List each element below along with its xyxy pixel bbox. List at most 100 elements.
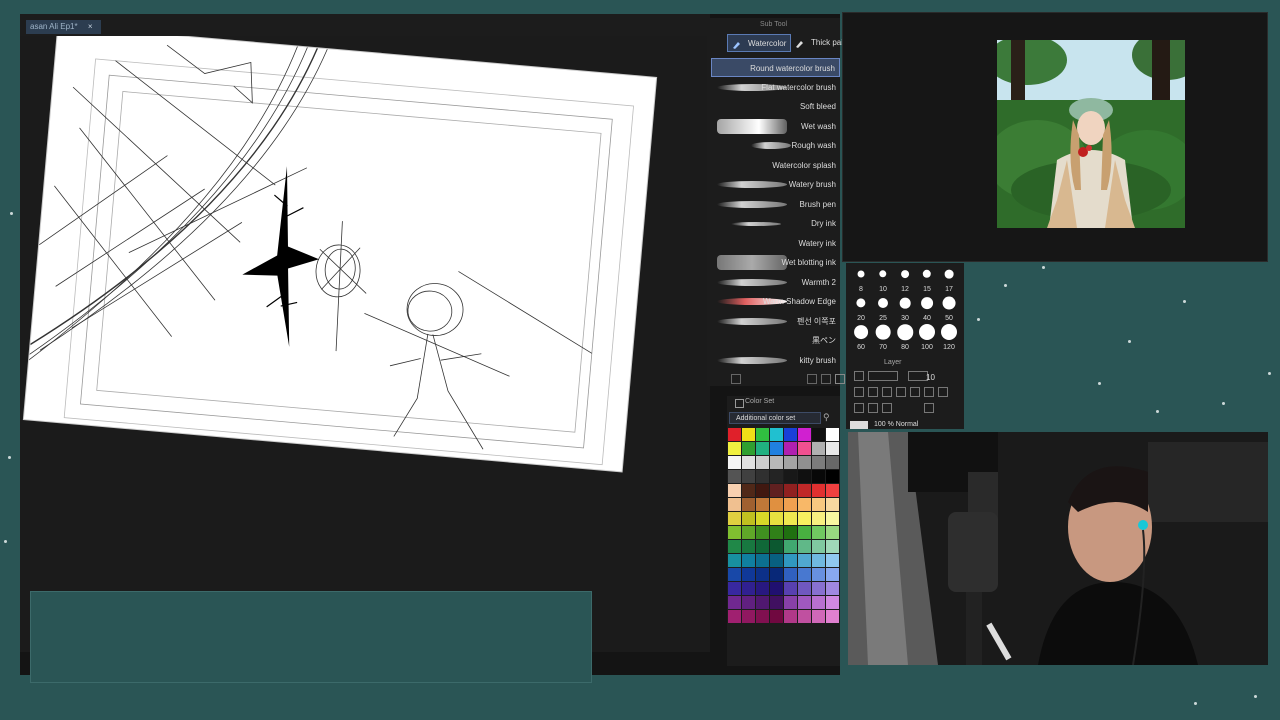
color-swatch[interactable] xyxy=(784,526,797,539)
color-swatch[interactable] xyxy=(728,610,741,623)
color-swatch[interactable] xyxy=(784,554,797,567)
color-swatch[interactable] xyxy=(826,512,839,525)
new-layer-icon[interactable] xyxy=(854,387,864,397)
brush-size-option[interactable]: 80 xyxy=(894,323,916,352)
color-swatch[interactable] xyxy=(728,554,741,567)
color-swatch[interactable] xyxy=(756,596,769,609)
color-swatch[interactable] xyxy=(812,442,825,455)
brush-size-option[interactable]: 25 xyxy=(872,294,894,323)
color-swatch[interactable] xyxy=(742,428,755,441)
brush-item[interactable]: Flat watercolor brush xyxy=(711,78,840,97)
color-swatch[interactable] xyxy=(728,456,741,469)
close-tab-icon[interactable]: × xyxy=(88,22,93,31)
color-swatch[interactable] xyxy=(742,526,755,539)
mask-layer-icon[interactable] xyxy=(924,387,934,397)
color-swatch[interactable] xyxy=(812,512,825,525)
color-swatch[interactable] xyxy=(756,540,769,553)
color-swatch[interactable] xyxy=(770,610,783,623)
color-swatch[interactable] xyxy=(770,428,783,441)
color-swatch[interactable] xyxy=(728,568,741,581)
brush-item[interactable]: Round watercolor brush xyxy=(711,58,840,77)
color-swatch[interactable] xyxy=(812,498,825,511)
color-swatch[interactable] xyxy=(784,428,797,441)
color-swatch[interactable] xyxy=(784,596,797,609)
brush-item[interactable]: Warmth 2 xyxy=(711,273,840,292)
color-swatch[interactable] xyxy=(784,540,797,553)
brush-size-option[interactable]: 17 xyxy=(938,265,960,294)
color-swatch[interactable] xyxy=(812,582,825,595)
settings-icon[interactable] xyxy=(731,374,741,384)
brush-item[interactable]: kitty brush xyxy=(711,351,840,370)
lock-layer-icon[interactable] xyxy=(882,387,892,397)
color-swatch[interactable] xyxy=(770,526,783,539)
color-swatch[interactable] xyxy=(798,568,811,581)
color-swatch[interactable] xyxy=(798,554,811,567)
color-swatch[interactable] xyxy=(826,442,839,455)
color-swatch[interactable] xyxy=(826,526,839,539)
brush-size-option[interactable]: 15 xyxy=(916,265,938,294)
brush-item[interactable]: Dry ink xyxy=(711,214,840,233)
color-swatch[interactable] xyxy=(826,540,839,553)
color-swatch[interactable] xyxy=(784,484,797,497)
brush-item[interactable]: Warm Shadow Edge xyxy=(711,292,840,311)
color-swatch[interactable] xyxy=(728,484,741,497)
color-swatch[interactable] xyxy=(798,456,811,469)
folder-layer-icon[interactable] xyxy=(910,387,920,397)
color-swatch[interactable] xyxy=(826,610,839,623)
color-swatch[interactable] xyxy=(770,568,783,581)
color-swatch[interactable] xyxy=(826,596,839,609)
brush-item[interactable]: Watercolor splash xyxy=(711,156,840,175)
layer-blend-icon[interactable] xyxy=(854,371,864,381)
color-swatch[interactable] xyxy=(812,428,825,441)
color-swatch[interactable] xyxy=(770,512,783,525)
clip-layer-icon[interactable] xyxy=(868,387,878,397)
delete-layer-icon[interactable] xyxy=(938,387,948,397)
brush-size-option[interactable]: 50 xyxy=(938,294,960,323)
brush-item[interactable]: Watery brush xyxy=(711,175,840,194)
brush-item[interactable]: Watery ink xyxy=(711,234,840,253)
color-swatch[interactable] xyxy=(728,428,741,441)
color-swatch[interactable] xyxy=(784,512,797,525)
brush-size-option[interactable]: 40 xyxy=(916,294,938,323)
color-swatch[interactable] xyxy=(742,540,755,553)
search-icon[interactable]: ⚲ xyxy=(823,412,830,423)
color-swatch[interactable] xyxy=(812,596,825,609)
color-swatch[interactable] xyxy=(728,512,741,525)
color-swatch[interactable] xyxy=(742,582,755,595)
color-swatch[interactable] xyxy=(784,582,797,595)
color-swatch[interactable] xyxy=(798,512,811,525)
color-swatch[interactable] xyxy=(826,498,839,511)
color-swatch[interactable] xyxy=(742,568,755,581)
color-swatch[interactable] xyxy=(728,582,741,595)
color-swatch[interactable] xyxy=(770,498,783,511)
brush-size-option[interactable]: 30 xyxy=(894,294,916,323)
color-swatch[interactable] xyxy=(798,540,811,553)
color-swatch[interactable] xyxy=(826,568,839,581)
color-swatch[interactable] xyxy=(798,526,811,539)
brush-size-option[interactable]: 120 xyxy=(938,323,960,352)
color-swatch[interactable] xyxy=(756,470,769,483)
color-swatch[interactable] xyxy=(756,568,769,581)
color-swatch[interactable] xyxy=(770,596,783,609)
color-swatch[interactable] xyxy=(798,596,811,609)
color-swatch[interactable] xyxy=(784,470,797,483)
color-swatch[interactable] xyxy=(756,512,769,525)
color-swatch[interactable] xyxy=(812,610,825,623)
add-subtool-icon[interactable] xyxy=(807,374,817,384)
brush-item[interactable]: Rough wash xyxy=(711,136,840,155)
color-swatch[interactable] xyxy=(798,498,811,511)
color-swatch[interactable] xyxy=(742,470,755,483)
color-swatch[interactable] xyxy=(770,540,783,553)
color-swatch[interactable] xyxy=(798,610,811,623)
layer-color-icon[interactable] xyxy=(882,403,892,413)
color-swatch[interactable] xyxy=(826,582,839,595)
color-swatch[interactable] xyxy=(742,484,755,497)
color-swatch[interactable] xyxy=(798,484,811,497)
color-swatch[interactable] xyxy=(826,470,839,483)
canvas-paper[interactable] xyxy=(23,36,657,472)
color-swatch[interactable] xyxy=(756,526,769,539)
color-swatch[interactable] xyxy=(812,568,825,581)
drawing-canvas-area[interactable]: ▶ xyxy=(20,36,710,652)
opacity-slider[interactable] xyxy=(908,371,928,381)
color-swatch[interactable] xyxy=(812,484,825,497)
